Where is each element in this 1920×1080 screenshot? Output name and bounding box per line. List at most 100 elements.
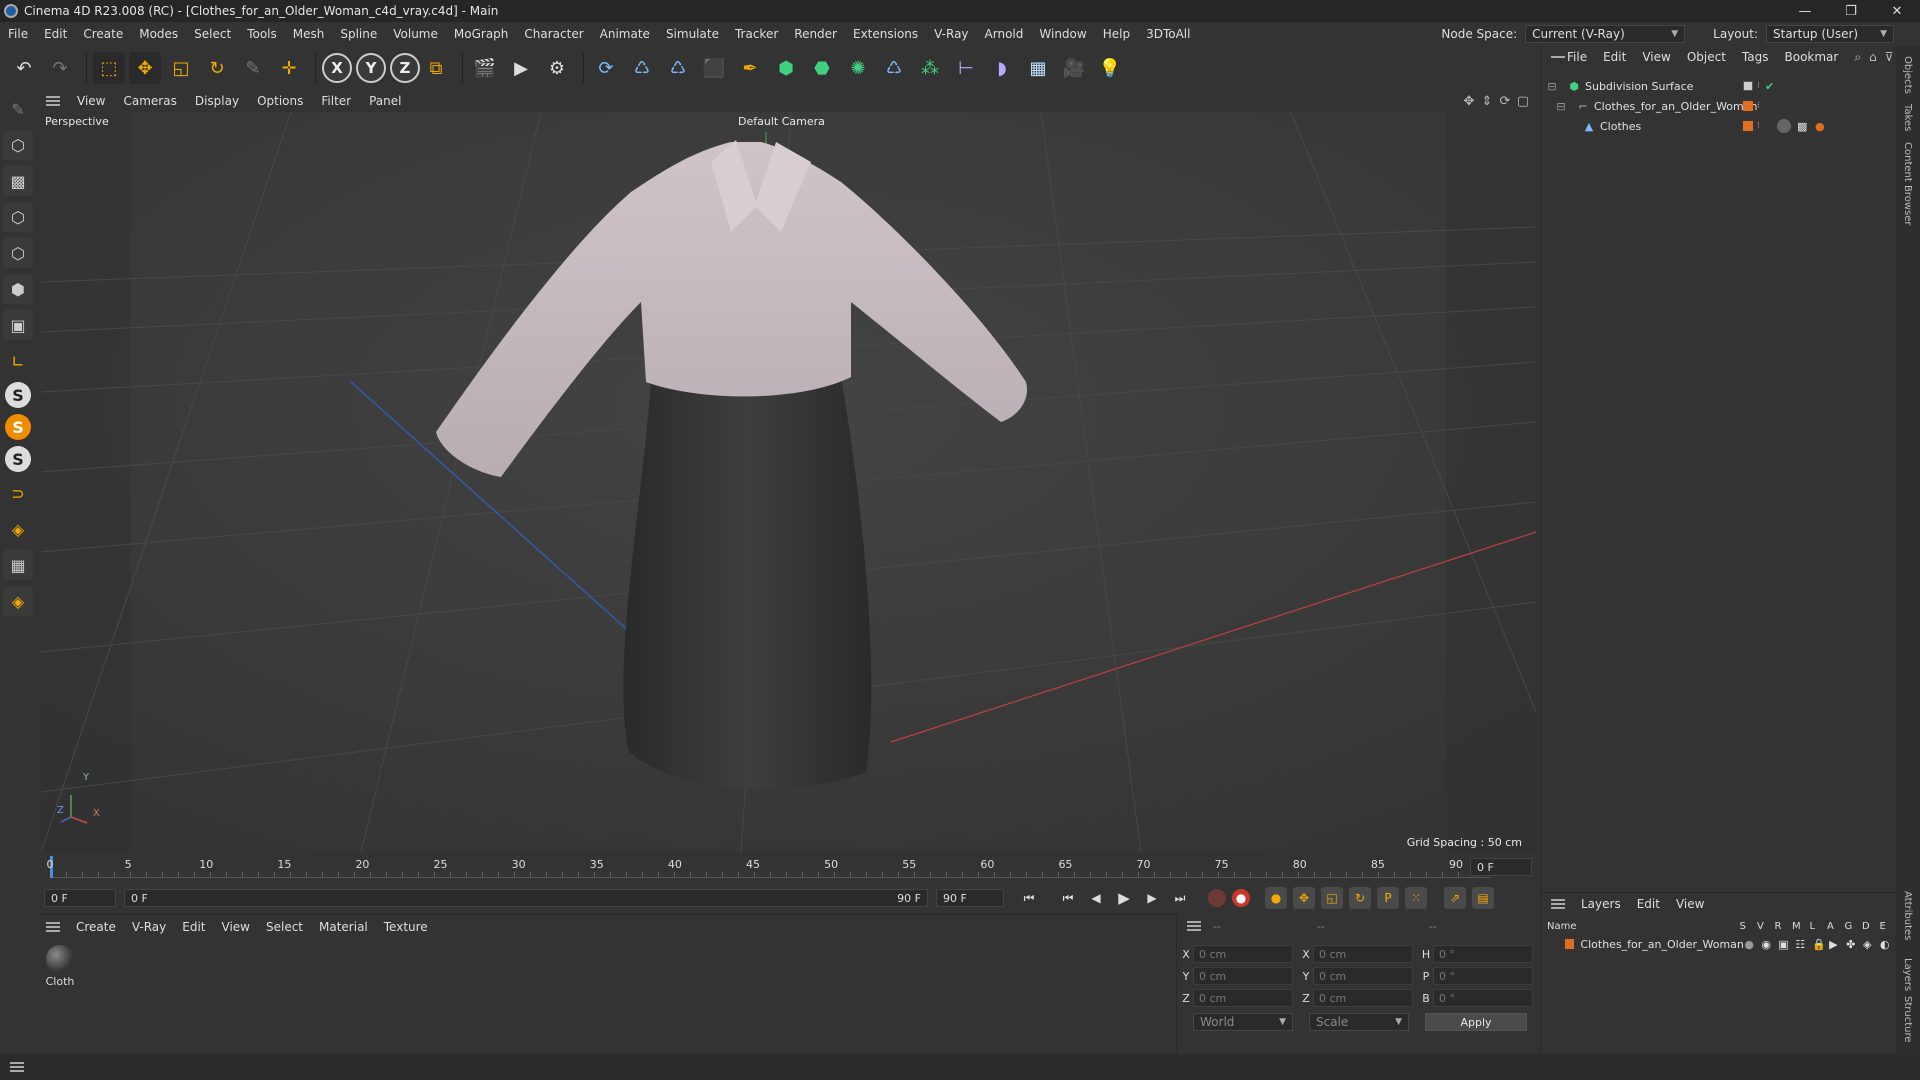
viewport-menu-options[interactable]: Options [248,94,312,108]
record-active-icon[interactable] [1208,889,1226,907]
node-space-dropdown[interactable]: Current (V-Ray) ▼ [1525,25,1686,43]
render-icon[interactable]: ▣ [1778,938,1795,951]
manager-icon[interactable]: ☷ [1795,938,1812,951]
brush-icon[interactable]: ✎ [3,94,33,124]
python-icon[interactable]: ♺ [626,52,658,84]
z-axis-lock-icon[interactable]: Z [390,53,420,83]
transform-icon[interactable]: ✛ [273,52,305,84]
locked-workplane-icon[interactable]: ◈ [3,586,33,616]
texture-mode-icon[interactable]: ▩ [3,166,33,196]
pos-z-field[interactable]: 0 cm [1193,989,1293,1007]
material-menu-edit[interactable]: Edit [174,920,213,934]
go-to-start-icon[interactable]: ⏮ [1018,887,1040,909]
menu-edit[interactable]: Edit [36,27,75,41]
status-menu-icon[interactable] [10,1062,24,1072]
menu-select[interactable]: Select [186,27,239,41]
lock-icon[interactable]: 🔒 [1812,938,1829,951]
pen-icon[interactable]: ✒ [734,52,766,84]
render-picture-viewer-icon[interactable]: ▶ [505,52,537,84]
object-menu-object[interactable]: Object [1679,50,1734,64]
object-menu-edit[interactable]: Edit [1595,50,1634,64]
viewport-menu-view[interactable]: View [68,94,114,108]
autokey-icon[interactable]: ● [1232,889,1250,907]
timeline-window-icon[interactable]: ▤ [1472,887,1494,909]
light-icon[interactable]: 💡 [1094,52,1126,84]
search-icon[interactable]: ⌕ [1854,50,1861,65]
maximize-view-icon[interactable]: ▢ [1514,92,1532,110]
layer-menu-edit[interactable]: Edit [1629,897,1668,911]
rot-h-field[interactable]: 0 ° [1433,945,1533,963]
material-menu-create[interactable]: Create [68,920,124,934]
menu-3dtoall[interactable]: 3DToAll [1138,27,1198,41]
pan-icon[interactable]: ✥ [1460,92,1478,110]
viewport-menu-panel[interactable]: Panel [360,94,410,108]
tab-takes[interactable]: Takes [1902,104,1913,131]
pos-x-field[interactable]: 0 cm [1193,945,1293,963]
material-tag-icon[interactable] [1777,119,1791,133]
live-selection-icon[interactable]: ⬚ [93,52,125,84]
material-menu-icon[interactable] [46,922,60,932]
cube-icon[interactable]: ⬛ [698,52,730,84]
viewport-menu-icon[interactable] [46,96,60,106]
key-position-icon[interactable]: ✥ [1293,887,1315,909]
material-menu-select[interactable]: Select [258,920,311,934]
y-axis-lock-icon[interactable]: Y [356,53,386,83]
object-row[interactable]: ⊟ ⬢ Subdivision Surface ⁝ ✔ [1541,76,1897,96]
orbit-icon[interactable]: ⟳ [1496,92,1514,110]
floor-icon[interactable]: ▦ [1022,52,1054,84]
enabled-check-icon[interactable]: ✔ [1765,80,1774,93]
object-row[interactable]: ▲ Clothes ⁝ ▩ ● [1541,116,1897,136]
spline-icon[interactable]: ⊢ [950,52,982,84]
python-alt-icon[interactable]: ♺ [662,52,694,84]
camera-icon[interactable]: 🎥 [1058,52,1090,84]
coord-menu-icon[interactable] [1187,921,1201,931]
size-y-field[interactable]: 0 cm [1313,967,1413,985]
layout-dropdown[interactable]: Startup (User) ▼ [1766,25,1894,43]
deformers-icon[interactable]: ◈ [1863,938,1880,951]
material-menu-texture[interactable]: Texture [376,920,436,934]
next-frame-icon[interactable]: ▶ [1141,887,1163,909]
frame-ruler[interactable]: 0 5 10 15 20 25 30 35 40 45 50 55 60 65 70 75 80 85 90 [47,852,1490,882]
size-z-field[interactable]: 0 cm [1313,989,1413,1007]
menu-volume[interactable]: Volume [385,27,446,41]
layer-menu-icon[interactable] [1551,899,1565,909]
visibility-dots-icon[interactable]: ⁝ [1757,81,1760,91]
menu-render[interactable]: Render [786,27,845,41]
maximize-button[interactable]: ❐ [1828,0,1874,22]
timeline-motion-icon[interactable]: ⇗ [1444,887,1466,909]
object-mode-icon[interactable]: ▣ [3,310,33,340]
layer-color-swatch[interactable] [1565,939,1575,949]
generators-icon[interactable]: ✤ [1846,938,1863,951]
scale-icon[interactable]: ◱ [165,52,197,84]
animation-icon[interactable]: ▶ [1829,938,1846,951]
tab-attributes[interactable]: Attributes [1902,891,1913,940]
workplane-icon[interactable]: ◈ [3,514,33,544]
menu-vray[interactable]: V-Ray [926,27,976,41]
undo-icon[interactable]: ↶ [8,52,40,84]
x-axis-lock-icon[interactable]: X [322,53,352,83]
home-icon[interactable]: ⌂ [1869,50,1877,64]
snap-icon[interactable]: S [5,382,31,408]
coordinate-system-icon[interactable]: ⧉ [420,52,452,84]
render-view-icon[interactable]: 🎬 [469,52,501,84]
tab-structure[interactable]: Structure [1902,996,1913,1043]
extrude-icon[interactable]: ⬣ [806,52,838,84]
coordinate-mode-dropdown[interactable]: World ▼ [1193,1013,1293,1031]
key-rotation-icon[interactable]: ↻ [1349,887,1371,909]
current-frame-field[interactable]: 0 F [1470,858,1532,876]
polygons-mode-icon[interactable]: ⬢ [3,274,33,304]
layer-color-swatch[interactable] [1743,121,1753,131]
timeline-ruler[interactable]: 0 5 10 15 20 25 30 35 40 45 50 55 60 65 70 75 80 85 90 0 F [36,852,1536,882]
apply-button[interactable]: Apply [1425,1013,1527,1031]
menu-extensions[interactable]: Extensions [845,27,926,41]
visibility-dots-icon[interactable]: ⁝ [1757,101,1760,111]
workplane-snap-icon[interactable]: S [5,446,31,472]
deformer-icon[interactable]: ♺ [878,52,910,84]
layer-color-swatch[interactable] [1743,81,1753,91]
key-scale-icon[interactable]: ◱ [1321,887,1343,909]
previous-frame-icon[interactable]: ◀ [1085,887,1107,909]
tab-layers[interactable]: Layers [1902,958,1913,991]
expand-icon[interactable]: ⊟ [1546,80,1558,93]
layer-menu-view[interactable]: View [1668,897,1712,911]
rot-p-field[interactable]: 0 ° [1433,967,1533,985]
